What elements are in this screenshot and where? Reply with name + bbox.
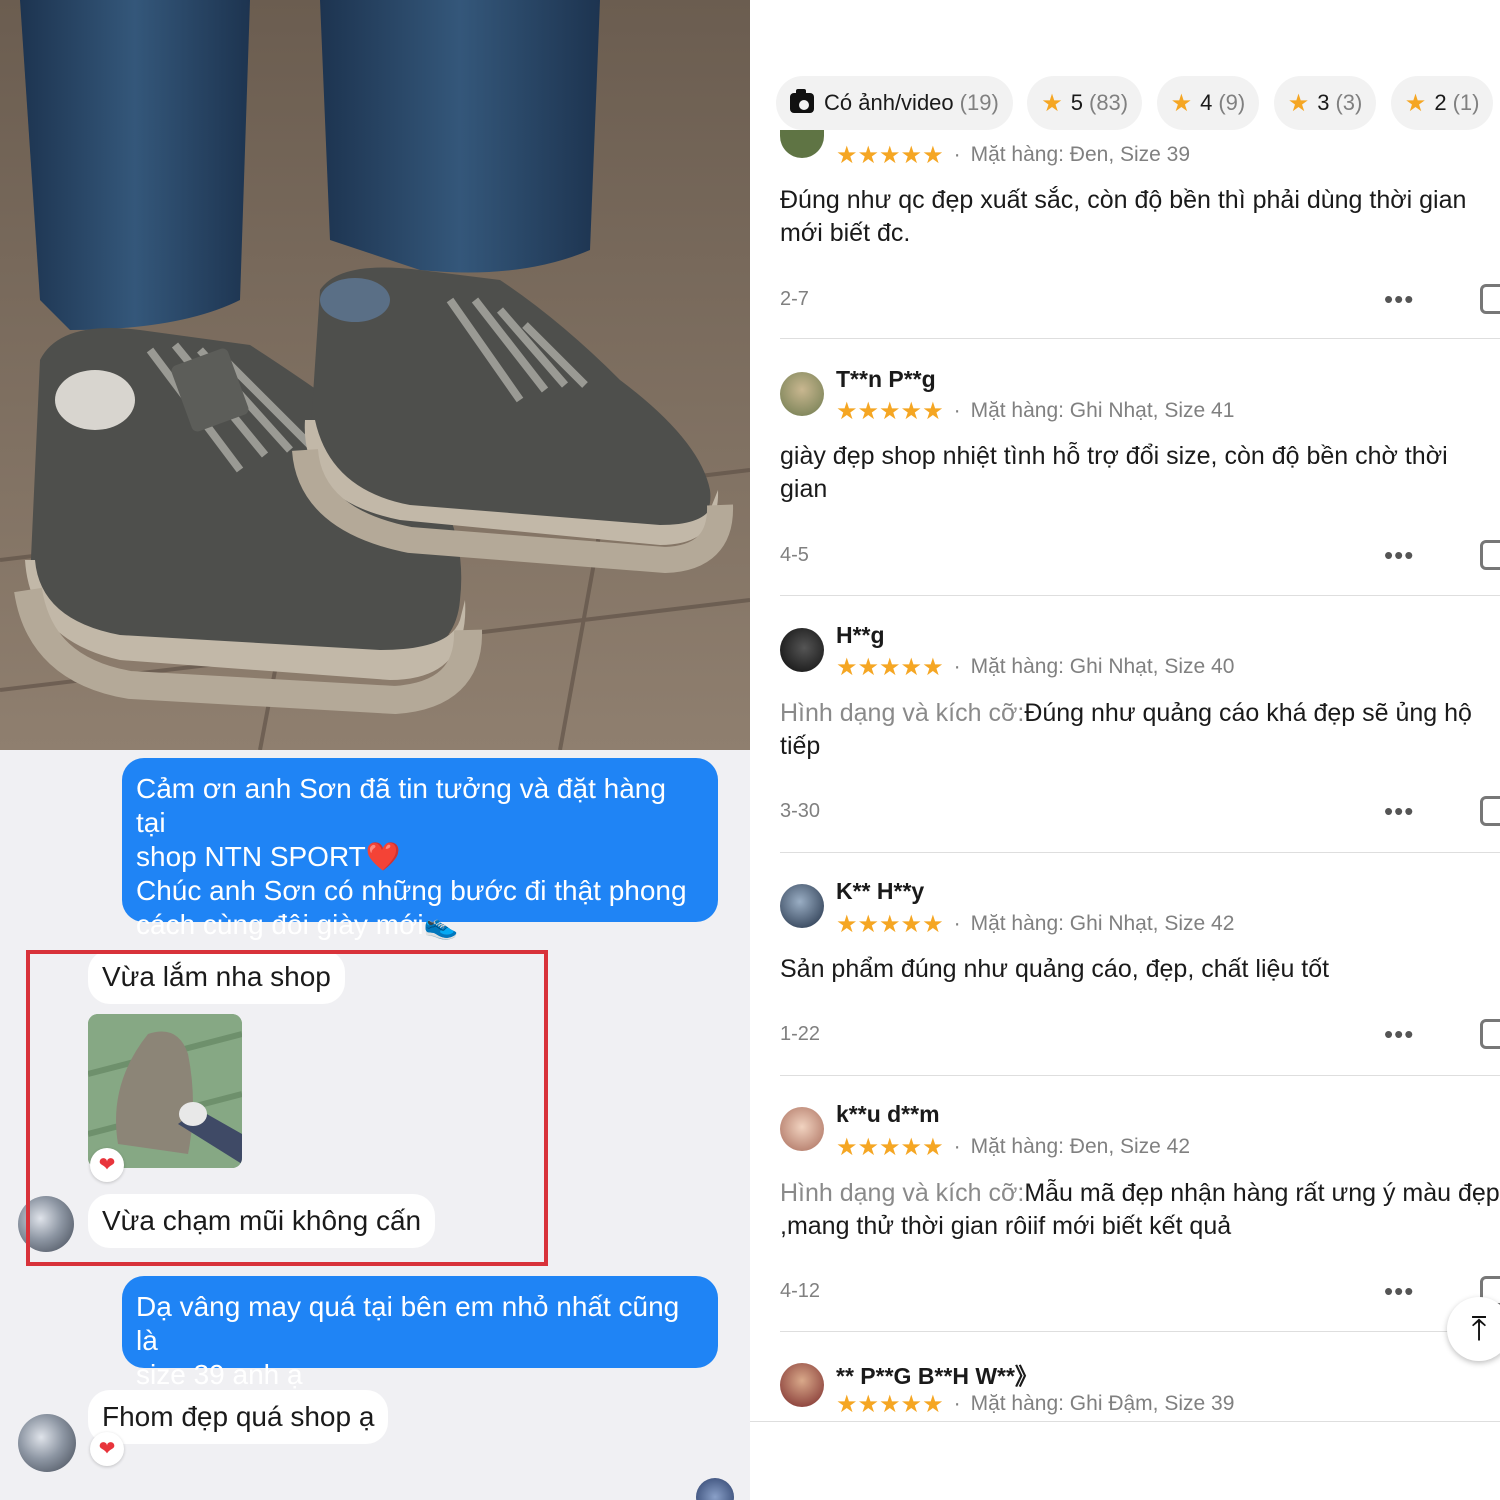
review-text: Đúng như qc đẹp xuất sắc, còn độ bền thì… — [780, 184, 1500, 250]
reviewer-name: H**g — [836, 622, 885, 648]
divider — [750, 1421, 1500, 1422]
review-meta: ★★★★★ · Mặt hàng: Đen, Size 42 — [836, 1132, 1190, 1162]
divider — [780, 852, 1500, 853]
review-body: Sản phẩm đúng như quảng cáo, đẹp, chất l… — [780, 955, 1330, 983]
reviewer-name: k**u d**m — [836, 1101, 940, 1127]
like-icon[interactable] — [1480, 1019, 1500, 1049]
review-meta: ★★★★★ · Mặt hàng: Đen, Size 39 — [836, 140, 1190, 170]
chip-label: 3 — [1317, 90, 1330, 115]
chip-count: (1) — [1452, 90, 1480, 115]
review-variant: Mặt hàng: Ghi Nhạt, Size 41 — [970, 399, 1235, 422]
divider — [780, 338, 1500, 339]
rating-stars: ★★★★★ — [836, 1390, 944, 1418]
star-icon: ★ — [1041, 89, 1063, 117]
review-date: 1-22 — [780, 1023, 821, 1045]
rating-stars: ★★★★★ — [836, 397, 944, 425]
reviewer-avatar — [780, 628, 824, 672]
like-icon[interactable] — [1480, 540, 1500, 570]
review-label: Hình dạng và kích cỡ: — [780, 699, 1025, 727]
review-meta: ★★★★★ · Mặt hàng: Ghi Nhạt, Size 42 — [836, 909, 1234, 939]
reviewer-avatar — [780, 130, 824, 158]
reviewer-name: ** P**G B**H W**》 — [836, 1363, 1038, 1389]
review-meta: ★★★★★ · Mặt hàng: Ghi Nhạt, Size 40 — [836, 652, 1234, 682]
reviewer-avatar — [780, 1107, 824, 1151]
chat-message-customer: Fhom đẹp quá shop ạ — [88, 1390, 389, 1444]
separator-dot: · — [953, 399, 961, 422]
star-icon: ★ — [1404, 89, 1427, 117]
filter-chip-5-star[interactable]: ★ 5 (83) — [1027, 76, 1143, 130]
review-text: Hình dạng và kích cỡ:Đúng như quảng cáo … — [780, 697, 1500, 763]
star-icon: ★ — [1287, 89, 1310, 117]
rating-stars: ★★★★★ — [836, 910, 944, 938]
filter-chip-3-star[interactable]: ★ 3 (3) — [1273, 76, 1377, 130]
filter-chips: Có ảnh/video (19) ★ 5 (83) ★ 4 (9) ★ 3 (… — [776, 76, 1500, 132]
chip-count: (3) — [1335, 90, 1363, 115]
more-options-icon[interactable]: ••• — [1384, 284, 1414, 315]
chat-message-shop: Cảm ơn anh Sơn đã tin tưởng và đặt hàng … — [122, 758, 718, 940]
highlight-box — [26, 950, 548, 1266]
separator-dot: · — [953, 912, 961, 935]
reviewer-name: K** H**y — [836, 878, 925, 904]
review-body: giày đẹp shop nhiệt tình hỗ trợ đổi size… — [780, 442, 1448, 503]
chip-count: (9) — [1218, 90, 1246, 115]
review-meta: ★★★★★ · Mặt hàng: Ghi Nhạt, Size 41 — [836, 396, 1234, 426]
review-text: giày đẹp shop nhiệt tình hỗ trợ đổi size… — [780, 440, 1500, 506]
reviewer-avatar — [780, 884, 824, 928]
chat-screenshot: Cảm ơn anh Sơn đã tin tưởng và đặt hàng … — [0, 750, 750, 1500]
like-icon[interactable] — [1480, 796, 1500, 826]
chip-count: (19) — [959, 90, 999, 115]
camera-icon — [790, 89, 814, 113]
reviews-panel: Có ảnh/video (19) ★ 5 (83) ★ 4 (9) ★ 3 (… — [750, 0, 1500, 1500]
reviewer-name: T**n P**g — [836, 366, 936, 392]
more-options-icon[interactable]: ••• — [1384, 796, 1414, 827]
separator-dot: · — [953, 655, 961, 678]
review-text: Sản phẩm đúng như quảng cáo, đẹp, chất l… — [780, 953, 1500, 986]
chip-label: Có ảnh/video — [824, 90, 954, 115]
separator-dot: · — [953, 1135, 961, 1158]
customer-avatar — [18, 1414, 76, 1472]
filter-chip-2-star[interactable]: ★ 2 (1) — [1390, 76, 1494, 130]
product-photo — [0, 0, 750, 750]
review-body: Đúng như qc đẹp xuất sắc, còn độ bền thì… — [780, 186, 1467, 247]
chip-label: 4 — [1200, 90, 1213, 115]
reviewer-avatar — [780, 1363, 824, 1407]
more-options-icon[interactable]: ••• — [1384, 1019, 1414, 1050]
chip-count: (83) — [1089, 90, 1129, 115]
seen-avatar — [696, 1478, 734, 1500]
review-variant: Mặt hàng: Ghi Nhạt, Size 40 — [970, 655, 1235, 678]
divider — [780, 595, 1500, 596]
more-options-icon[interactable]: ••• — [1384, 1276, 1414, 1307]
chip-label: 2 — [1434, 90, 1447, 115]
rating-stars: ★★★★★ — [836, 1133, 944, 1161]
scroll-to-top-icon[interactable]: ⤒ — [1447, 1297, 1500, 1361]
reviewer-avatar — [780, 372, 824, 416]
separator-dot: · — [953, 1392, 961, 1415]
review-label: Hình dạng và kích cỡ: — [780, 1179, 1025, 1207]
review-text: Hình dạng và kích cỡ:Mẫu mã đẹp nhận hàn… — [780, 1177, 1500, 1243]
divider — [780, 1331, 1500, 1332]
review-variant: Mặt hàng: Ghi Nhạt, Size 42 — [970, 912, 1235, 935]
divider — [780, 1075, 1500, 1076]
heart-reaction-icon: ❤ — [90, 1432, 124, 1466]
separator-dot: · — [953, 143, 961, 166]
chat-message-shop: Dạ vâng may quá tại bên em nhỏ nhất cũng… — [122, 1276, 718, 1390]
review-variant: Mặt hàng: Ghi Đậm, Size 39 — [970, 1392, 1235, 1415]
star-icon: ★ — [1170, 89, 1193, 117]
rating-stars: ★★★★★ — [836, 653, 944, 681]
filter-chip-media[interactable]: Có ảnh/video (19) — [776, 76, 1013, 130]
review-variant: Mặt hàng: Đen, Size 42 — [970, 1135, 1191, 1158]
review-date: 4-5 — [780, 544, 809, 566]
review-date: 4-12 — [780, 1280, 821, 1302]
chip-label: 5 — [1070, 90, 1083, 115]
filter-chip-4-star[interactable]: ★ 4 (9) — [1156, 76, 1260, 130]
review-meta: ★★★★★ · Mặt hàng: Ghi Đậm, Size 39 — [836, 1389, 1234, 1419]
review-variant: Mặt hàng: Đen, Size 39 — [970, 143, 1191, 166]
rating-stars: ★★★★★ — [836, 141, 944, 169]
like-icon[interactable] — [1480, 284, 1500, 314]
more-options-icon[interactable]: ••• — [1384, 540, 1414, 571]
review-date: 2-7 — [780, 288, 809, 310]
review-date: 3-30 — [780, 800, 821, 822]
shoe-photo-illustration — [0, 0, 750, 750]
